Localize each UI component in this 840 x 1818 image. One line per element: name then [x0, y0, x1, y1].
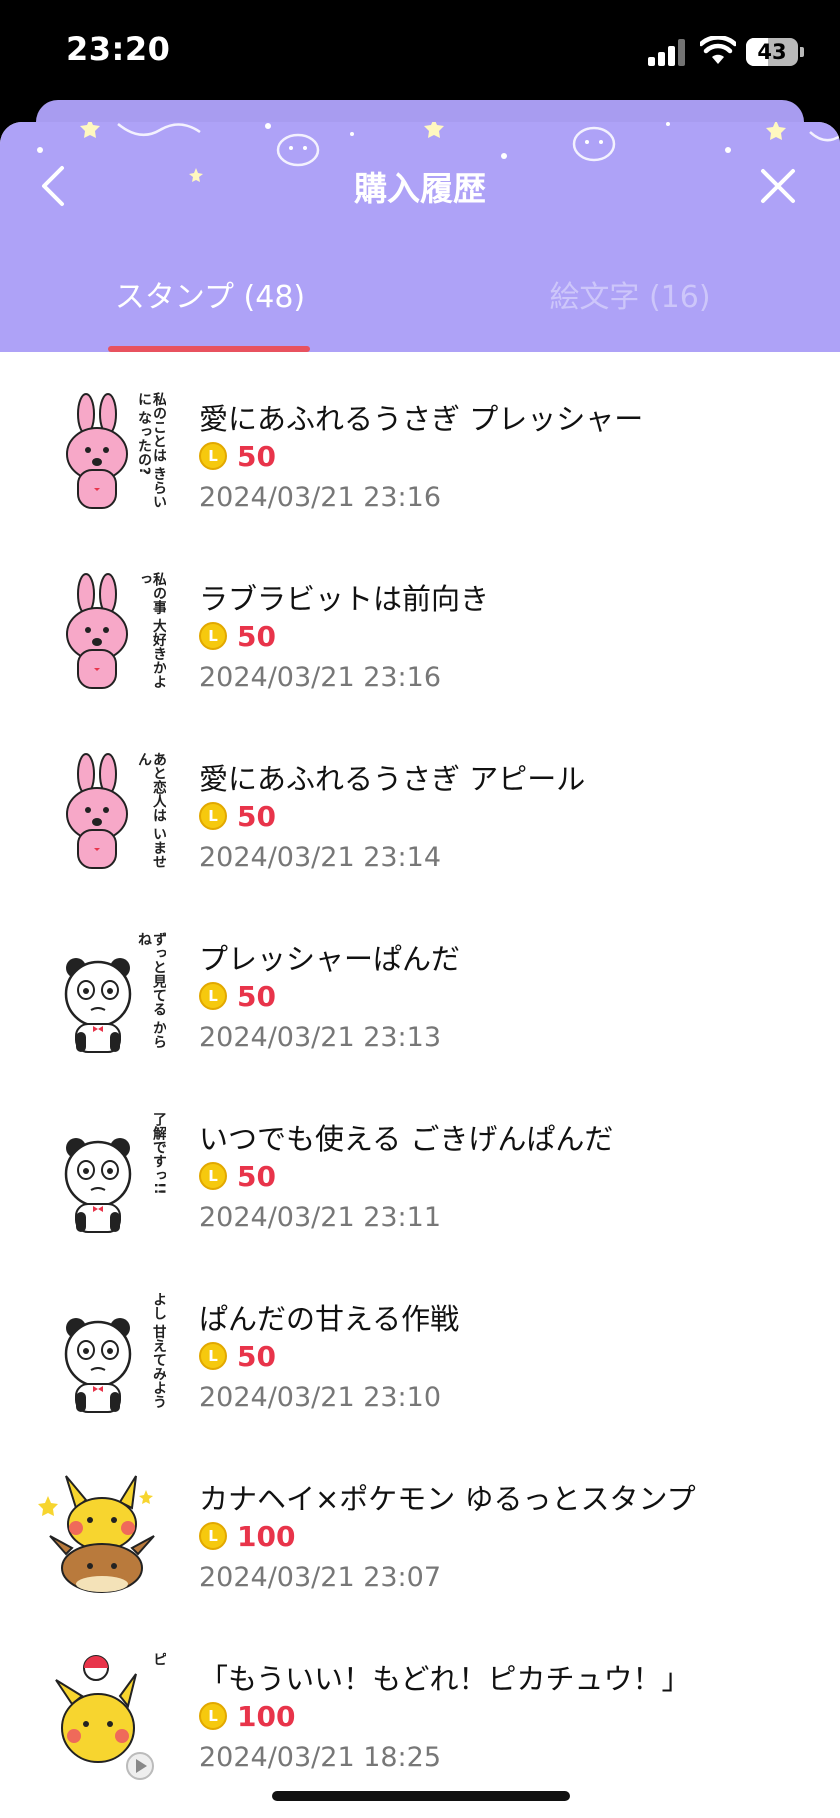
- tab-stamps[interactable]: スタンプ (48): [100, 244, 320, 352]
- price-row: L 100: [199, 1518, 295, 1554]
- line-coin-icon: L: [199, 982, 227, 1010]
- cellular-signal-icon: [648, 38, 688, 66]
- sticker-caption: 了解ですっ!!: [151, 1112, 166, 1195]
- purchase-list-item[interactable]: あと恋人は いません 愛にあふれるうさぎ アピール L 50 2024/03/21 23…: [0, 712, 840, 892]
- price: 100: [237, 1519, 296, 1553]
- price: 50: [237, 619, 276, 653]
- line-coin-icon: L: [199, 1522, 227, 1550]
- sticker-caption: ピ: [151, 1652, 166, 1666]
- sticker-name: いつでも使える ごきげんぱんだ: [199, 1122, 614, 1156]
- home-indicator: [272, 1791, 570, 1801]
- close-icon[interactable]: [748, 156, 808, 216]
- sticker-thumbnail: ピ: [36, 1652, 166, 1782]
- sticker-thumbnail: 了解ですっ!!: [36, 1112, 166, 1242]
- purchase-date: 2024/03/21 23:10: [199, 1382, 442, 1413]
- sticker-caption: 私の事 大好きかよっ: [136, 572, 166, 689]
- purchase-list-item[interactable]: ピ「もういい！もどれ！ピカチュウ！」 L 100 2024/03/21 18:25: [0, 1612, 840, 1792]
- price: 50: [237, 1339, 276, 1373]
- sticker-name: プレッシャーぱんだ: [199, 942, 461, 976]
- purchase-list-item[interactable]: ずっと見てる からね プレッシャーぱんだ L 50 2024/03/21 23:13: [0, 892, 840, 1072]
- price-row: L 50: [199, 978, 276, 1014]
- price-row: L 50: [199, 438, 276, 474]
- sticker-thumbnail: 私のことは きらいに なったの?: [36, 392, 166, 522]
- line-coin-icon: L: [199, 1162, 227, 1190]
- sticker-name: 愛にあふれるうさぎ アピール: [199, 762, 586, 796]
- sticker-thumbnail: [36, 1472, 166, 1602]
- sticker-caption: よし 甘えてみよう: [151, 1292, 166, 1409]
- sticker-name: ぱんだの甘える作戦: [199, 1302, 460, 1336]
- price: 100: [237, 1699, 296, 1733]
- line-coin-icon: L: [199, 442, 227, 470]
- purchase-date: 2024/03/21 23:11: [199, 1202, 442, 1233]
- line-coin-icon: L: [199, 1342, 227, 1370]
- sticker-thumbnail: ずっと見てる からね: [36, 932, 166, 1062]
- price: 50: [237, 979, 276, 1013]
- purchase-date: 2024/03/21 23:07: [199, 1562, 442, 1593]
- price-row: L 50: [199, 798, 276, 834]
- page-title: 購入履歴: [354, 169, 486, 208]
- sticker-thumbnail: あと恋人は いません: [36, 752, 166, 882]
- tab-emoji[interactable]: 絵文字 (16): [520, 244, 740, 352]
- sticker-caption: 私のことは きらいに なったの?: [136, 392, 166, 509]
- purchase-date: 2024/03/21 23:16: [199, 482, 442, 513]
- purchase-date: 2024/03/21 23:16: [199, 662, 442, 693]
- purchase-date: 2024/03/21 23:13: [199, 1022, 442, 1053]
- line-coin-icon: L: [199, 622, 227, 650]
- sticker-thumbnail: よし 甘えてみよう: [36, 1292, 166, 1422]
- line-coin-icon: L: [199, 1702, 227, 1730]
- price-row: L 50: [199, 618, 276, 654]
- purchase-list-item[interactable]: カナヘイ×ポケモン ゆるっとスタンプ L 100 2024/03/21 23:07: [0, 1432, 840, 1612]
- wifi-icon: [700, 36, 736, 64]
- tab-bar: スタンプ (48) 絵文字 (16): [0, 244, 840, 352]
- price-row: L 100: [199, 1698, 295, 1734]
- purchase-list-item[interactable]: よし 甘えてみよう ぱんだの甘える作戦 L 50 2024/03/21 23:10: [0, 1252, 840, 1432]
- purchase-date: 2024/03/21 18:25: [199, 1742, 442, 1773]
- sticker-name: カナヘイ×ポケモン ゆるっとスタンプ: [199, 1482, 696, 1516]
- status-time: 23:20: [66, 30, 171, 68]
- sticker-name: ラブラビットは前向き: [199, 582, 490, 616]
- purchase-list-item[interactable]: 私の事 大好きかよっ ラブラビットは前向き L 50 2024/03/21 23:16: [0, 532, 840, 712]
- battery-tip: [800, 47, 804, 57]
- purchase-list-item[interactable]: 了解ですっ!! いつでも使える ごきげんぱんだ L 50 2024/03/21 23:1…: [0, 1072, 840, 1252]
- price: 50: [237, 1159, 276, 1193]
- price: 50: [237, 439, 276, 473]
- header: 購入履歴: [0, 122, 840, 244]
- purchase-list: 私のことは きらいに なったの? 愛にあふれるうさぎ プレッシャー L 50 2024/…: [0, 352, 840, 1792]
- battery-icon: 43: [746, 38, 798, 66]
- sticker-caption: あと恋人は いません: [136, 752, 166, 869]
- purchase-history-sheet: 購入履歴 スタンプ (48) 絵文字 (16) 私のことは きらいに なったの?…: [0, 122, 840, 1818]
- sticker-name: 「もういい！もどれ！ピカチュウ！」: [199, 1662, 691, 1696]
- sticker-thumbnail: 私の事 大好きかよっ: [36, 572, 166, 702]
- sticker-caption: ずっと見てる からね: [136, 932, 166, 1049]
- price: 50: [237, 799, 276, 833]
- price-row: L 50: [199, 1158, 276, 1194]
- line-coin-icon: L: [199, 802, 227, 830]
- purchase-date: 2024/03/21 23:14: [199, 842, 442, 873]
- battery-level: 43: [757, 40, 787, 64]
- sticker-name: 愛にあふれるうさぎ プレッシャー: [199, 402, 644, 436]
- purchase-list-item[interactable]: 私のことは きらいに なったの? 愛にあふれるうさぎ プレッシャー L 50 2024/…: [0, 352, 840, 532]
- status-bar: 23:20 43: [0, 0, 840, 110]
- price-row: L 50: [199, 1338, 276, 1374]
